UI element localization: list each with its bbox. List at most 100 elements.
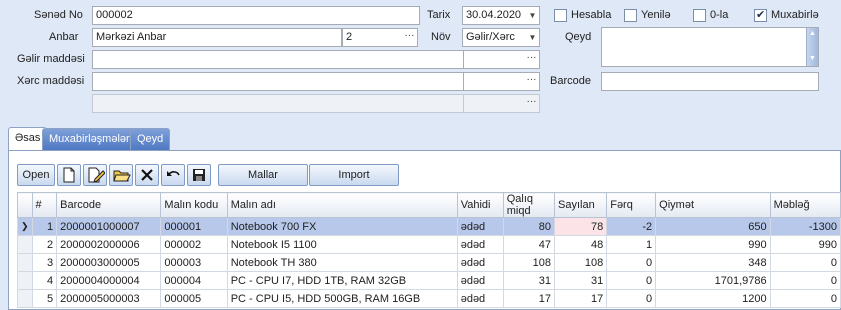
table-cell[interactable]: 000001 bbox=[160, 217, 228, 236]
anbar-field[interactable]: Mərkəzi Anbar bbox=[92, 28, 342, 47]
gelir-code-field[interactable] bbox=[463, 50, 525, 69]
edit-doc-button[interactable] bbox=[83, 164, 107, 186]
nov-field[interactable]: Gəlir/Xərc ▼ bbox=[462, 28, 540, 47]
xerc-field[interactable] bbox=[92, 72, 464, 91]
table-cell[interactable]: 1 bbox=[606, 235, 657, 254]
new-doc-button[interactable] bbox=[57, 164, 81, 186]
open-button[interactable]: Open bbox=[17, 164, 55, 186]
table-cell[interactable]: PC - CPU I7, HDD 1TB, RAM 32GB bbox=[226, 271, 458, 290]
open-folder-button[interactable] bbox=[109, 164, 133, 186]
col-header[interactable]: Fərq bbox=[606, 192, 657, 218]
table-cell[interactable]: 2000001000007 bbox=[56, 217, 162, 236]
table-cell[interactable]: 108 bbox=[502, 253, 556, 272]
table-cell[interactable]: 2000003000005 bbox=[56, 253, 162, 272]
col-header[interactable]: Barcode bbox=[56, 192, 162, 218]
table-cell[interactable]: ədəd bbox=[456, 271, 504, 290]
date-field[interactable]: 30.04.2020 ▼ bbox=[462, 6, 540, 25]
table-cell[interactable]: 31 bbox=[553, 271, 608, 290]
table-cell[interactable]: ədəd bbox=[456, 253, 504, 272]
qeyd-textarea[interactable] bbox=[601, 27, 819, 67]
table-cell[interactable]: 000003 bbox=[160, 253, 228, 272]
chevron-down-icon[interactable]: ▼ bbox=[526, 7, 539, 24]
table-cell[interactable]: Notebook 700 FX bbox=[226, 217, 458, 236]
table-cell[interactable]: 80 bbox=[502, 217, 556, 236]
save-button[interactable] bbox=[187, 164, 211, 186]
table-cell[interactable]: -1300 bbox=[769, 217, 841, 236]
col-header[interactable]: Malın kodu bbox=[160, 192, 228, 218]
table-cell[interactable]: 5 bbox=[31, 289, 58, 308]
table-cell-active[interactable]: 78 bbox=[553, 217, 608, 236]
table-cell[interactable]: 47 bbox=[502, 235, 556, 254]
table-cell[interactable]: 000004 bbox=[160, 271, 228, 290]
table-row[interactable]: 2 2000002000006 000002 Notebook I5 1100 … bbox=[17, 235, 841, 254]
table-cell[interactable]: PC - CPU I5, HDD 500GB, RAM 16GB bbox=[226, 289, 458, 308]
col-header[interactable]: Vahidi bbox=[456, 192, 504, 218]
table-cell[interactable]: 2000004000004 bbox=[56, 271, 162, 290]
table-cell[interactable]: 0 bbox=[606, 271, 657, 290]
delete-button[interactable] bbox=[135, 164, 159, 186]
table-cell[interactable]: 1 bbox=[31, 217, 58, 236]
xerc-code-field[interactable] bbox=[463, 72, 525, 91]
doc-no-field[interactable]: 000002 bbox=[92, 6, 420, 25]
table-cell[interactable]: Notebook I5 1100 bbox=[226, 235, 458, 254]
col-header[interactable]: Məbləğ bbox=[769, 192, 841, 218]
yenile-checkbox[interactable] bbox=[624, 9, 637, 22]
table-cell[interactable]: 0 bbox=[769, 253, 841, 272]
table-cell[interactable]: 17 bbox=[502, 289, 556, 308]
qeyd-scrollbar[interactable]: ▲ ▼ bbox=[806, 28, 818, 66]
table-cell[interactable]: 2 bbox=[31, 235, 58, 254]
table-cell[interactable]: 1701,9786 bbox=[655, 271, 771, 290]
table-cell[interactable]: 0 bbox=[769, 289, 841, 308]
col-header[interactable]: Sayılan bbox=[553, 192, 608, 218]
barcode-field[interactable] bbox=[601, 72, 819, 91]
table-row[interactable]: 4 2000004000004 000004 PC - CPU I7, HDD … bbox=[17, 271, 841, 290]
col-header[interactable]: # bbox=[31, 192, 58, 218]
table-cell[interactable]: 108 bbox=[553, 253, 608, 272]
col-header[interactable]: Qiymət bbox=[655, 192, 771, 218]
table-cell[interactable]: 17 bbox=[553, 289, 608, 308]
table-cell[interactable]: 48 bbox=[553, 235, 608, 254]
sifirla-checkbox[interactable] bbox=[693, 9, 706, 22]
table-cell[interactable]: 0 bbox=[769, 271, 841, 290]
xerc-display-ellipsis-button[interactable]: ··· bbox=[524, 94, 540, 113]
table-cell[interactable]: 31 bbox=[502, 271, 556, 290]
table-cell[interactable]: 348 bbox=[655, 253, 771, 272]
scroll-down-icon[interactable]: ▼ bbox=[809, 55, 816, 62]
scroll-up-icon[interactable]: ▲ bbox=[809, 30, 816, 37]
table-row[interactable]: 5 2000005000003 000005 PC - CPU I5, HDD … bbox=[17, 289, 841, 308]
table-cell[interactable]: 000005 bbox=[160, 289, 228, 308]
table-cell[interactable]: 650 bbox=[655, 217, 771, 236]
table-cell[interactable]: 2000005000003 bbox=[56, 289, 162, 308]
chevron-down-icon[interactable]: ▼ bbox=[526, 29, 539, 46]
table-cell[interactable]: 990 bbox=[655, 235, 771, 254]
tab-qeyd[interactable]: Qeyd bbox=[130, 128, 171, 150]
import-button[interactable]: Import bbox=[309, 164, 399, 186]
table-cell[interactable]: 0 bbox=[606, 289, 657, 308]
table-cell[interactable]: ədəd bbox=[456, 289, 504, 308]
xerc-ellipsis-button[interactable]: ··· bbox=[524, 72, 540, 91]
table-cell[interactable]: 3 bbox=[31, 253, 58, 272]
table-cell[interactable]: 990 bbox=[769, 235, 841, 254]
tab-muxabirlesmeler[interactable]: Muxabirləşmələr bbox=[42, 128, 137, 150]
anbar-ellipsis-button[interactable]: ··· bbox=[402, 28, 418, 47]
table-cell[interactable]: 2000002000006 bbox=[56, 235, 162, 254]
mallar-button[interactable]: Mallar bbox=[218, 164, 308, 186]
table-cell[interactable]: ədəd bbox=[456, 217, 504, 236]
table-cell[interactable]: 0 bbox=[606, 253, 657, 272]
muxabirle-checkbox[interactable] bbox=[754, 8, 767, 22]
table-cell[interactable]: 1200 bbox=[655, 289, 771, 308]
table-cell[interactable]: 4 bbox=[31, 271, 58, 290]
gelir-ellipsis-button[interactable]: ··· bbox=[524, 50, 540, 69]
hesabla-checkbox[interactable] bbox=[554, 9, 567, 22]
gelir-field[interactable] bbox=[92, 50, 464, 69]
table-row[interactable]: 3 2000003000005 000003 Notebook TH 380 ə… bbox=[17, 253, 841, 272]
table-cell[interactable]: 000002 bbox=[160, 235, 228, 254]
col-header[interactable]: Qalıq miqd bbox=[502, 192, 556, 218]
anbar-code-field[interactable]: 2 bbox=[342, 28, 403, 47]
table-cell[interactable]: -2 bbox=[606, 217, 657, 236]
table-cell[interactable]: Notebook TH 380 bbox=[226, 253, 458, 272]
table-row[interactable]: ❯ 1 2000001000007 000001 Notebook 700 FX… bbox=[17, 217, 841, 236]
table-cell[interactable]: ədəd bbox=[456, 235, 504, 254]
col-header[interactable]: Malın adı bbox=[226, 192, 458, 218]
undo-button[interactable] bbox=[161, 164, 185, 186]
